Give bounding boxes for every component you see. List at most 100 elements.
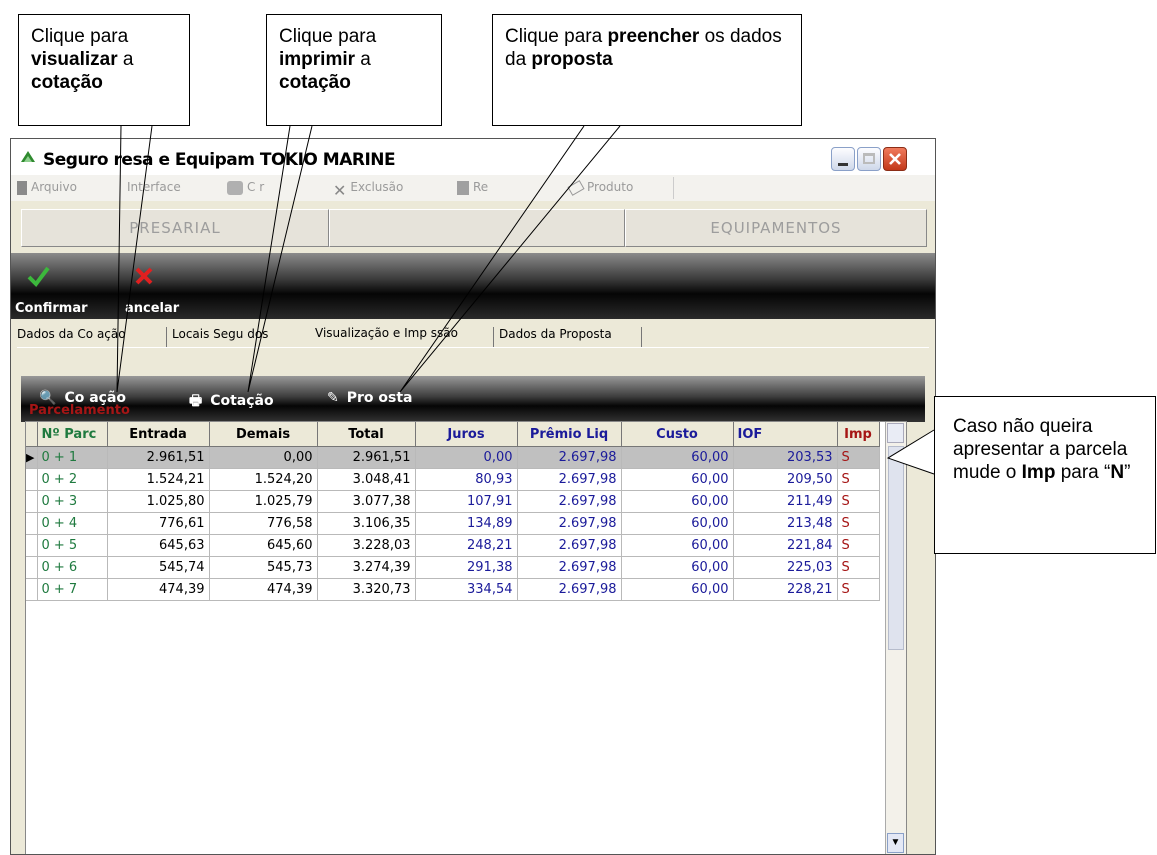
callout-proposta: Clique para preencher os dados da propos…	[492, 14, 802, 126]
imp-cell[interactable]: S	[837, 512, 880, 535]
grid-cell: 248,21	[415, 534, 518, 557]
file-icon	[17, 180, 27, 195]
table-row[interactable]: 0 + 5 645,63 645,60 3.228,03 248,21 2.697,98 6…	[26, 534, 880, 557]
scroll-thumb[interactable]	[888, 446, 904, 650]
tab-dados-cotacao[interactable]: Dados da Co ação	[17, 327, 126, 341]
menu-interface[interactable]: Interface	[127, 180, 181, 195]
grid-cell: 80,93	[415, 468, 518, 491]
equipamentos-button[interactable]: EQUIPAMENTOS	[625, 209, 927, 247]
grid-cell: 2.697,98	[517, 446, 622, 469]
tab-visualizacao-impressao[interactable]: Visualização e Imp ssão	[311, 324, 462, 342]
row-indicator-header	[26, 422, 38, 447]
column-header[interactable]: Entrada	[107, 422, 210, 447]
column-header[interactable]: Prêmio Liq	[517, 422, 622, 447]
grid-cell: 2.697,98	[517, 490, 622, 513]
row-indicator	[26, 512, 38, 535]
column-header[interactable]: Demais	[209, 422, 318, 447]
grid-cell: 3.320,73	[317, 578, 416, 601]
tab-locais-segurados[interactable]: Locais Segu dos	[172, 327, 268, 341]
menu-relatorio[interactable]: Re	[457, 180, 488, 195]
report-icon	[457, 180, 469, 195]
tab-dados-proposta[interactable]: Dados da Proposta	[499, 327, 612, 341]
grid-cell: 60,00	[621, 490, 734, 513]
x-icon: ✕	[333, 180, 347, 200]
proposta-label: Pro osta	[346, 390, 413, 406]
callout-imp: Caso não queira apresentar a parcela mud…	[934, 396, 1156, 554]
grid-cell: 211,49	[733, 490, 838, 513]
callout-imprimir: Clique para imprimir a cotação	[266, 14, 442, 126]
row-indicator	[26, 578, 38, 601]
menu-bar: Arquivo Interface C r ✕ Exclusão Re Produ…	[11, 175, 935, 201]
grid-cell: 60,00	[621, 446, 734, 469]
grid-cell: 474,39	[107, 578, 210, 601]
menu-interface-label: Interface	[127, 180, 181, 194]
action-toolbar: Confirmar ancelar	[11, 253, 935, 319]
imp-cell[interactable]: S	[837, 556, 880, 579]
table-row[interactable]: 0 + 6 545,74 545,73 3.274,39 291,38 2.697,98 6…	[26, 556, 880, 579]
table-row[interactable]: 0 + 3 1.025,80 1.025,79 3.077,38 107,91 2.697…	[26, 490, 880, 513]
grid-cell: 0 + 4	[37, 512, 108, 535]
parcelamento-table: Nº Parc Entrada Demais Total Juros Prêmio Liq…	[26, 422, 880, 601]
grid-cell: 3.106,35	[317, 512, 416, 535]
app-icon	[21, 151, 35, 162]
vertical-scrollbar[interactable]: ▼	[885, 422, 906, 854]
tab-separator	[166, 327, 167, 347]
tab-separator	[493, 327, 494, 347]
grid-cell: 3.274,39	[317, 556, 416, 579]
printer-icon: 🖶	[189, 393, 203, 409]
grid-cell: 0 + 6	[37, 556, 108, 579]
grid-cell: 60,00	[621, 534, 734, 557]
grid-cell: 203,53	[733, 446, 838, 469]
table-row[interactable]: 0 + 2 1.524,21 1.524,20 3.048,41 80,93 2.697,…	[26, 468, 880, 491]
column-header[interactable]: IOF	[733, 422, 838, 447]
grid-cell: 1.524,20	[209, 468, 318, 491]
callout-visualizar: Clique para visualizar a cotação	[18, 14, 190, 126]
grid-cell: 776,58	[209, 512, 318, 535]
imp-cell[interactable]: S	[837, 490, 880, 513]
column-header[interactable]: Custo	[621, 422, 734, 447]
row-indicator	[26, 490, 38, 513]
menu-arquivo[interactable]: Arquivo	[17, 180, 77, 195]
imprimir-cotacao-button[interactable]: 🖶 Cotação	[189, 390, 274, 414]
menu-exclusao[interactable]: ✕ Exclusão	[333, 180, 403, 200]
calculate-icon	[227, 180, 243, 195]
empresarial-button[interactable]: PRESARIAL	[21, 209, 329, 247]
minimize-icon	[838, 163, 848, 166]
grid-cell: 334,54	[415, 578, 518, 601]
document-icon: ✎	[327, 390, 339, 406]
column-header[interactable]: Total	[317, 422, 416, 447]
tag-icon	[567, 179, 585, 196]
column-header[interactable]: Juros	[415, 422, 518, 447]
imp-cell[interactable]: S	[837, 578, 880, 601]
imp-cell[interactable]: S	[837, 468, 880, 491]
proposta-button[interactable]: ✎ Pro osta	[327, 390, 412, 406]
imp-cell[interactable]: S	[837, 446, 880, 469]
scroll-down-button[interactable]: ▼	[887, 833, 904, 853]
grid-cell: 645,63	[107, 534, 210, 557]
table-row[interactable]: 0 + 7 474,39 474,39 3.320,73 334,54 2.697,98 6…	[26, 578, 880, 601]
menu-produto[interactable]: Produto	[567, 179, 633, 196]
grid-cell: 474,39	[209, 578, 318, 601]
cancel-x-icon	[135, 267, 153, 285]
column-header[interactable]: Imp	[837, 422, 880, 447]
close-button[interactable]	[883, 147, 907, 171]
scroll-up-button[interactable]	[887, 423, 904, 443]
view-toolbar: 🔍 Co ação 🖶 Cotação ✎ Pro osta	[21, 376, 925, 422]
grid-cell: 0 + 3	[37, 490, 108, 513]
table-row[interactable]: ▶ 0 + 1 2.961,51 0,00 2.961,51 0,00 2.697,98 60…	[26, 446, 880, 469]
grid-cell: 228,21	[733, 578, 838, 601]
column-header[interactable]: Nº Parc	[37, 422, 108, 447]
menu-calcular[interactable]: C r	[227, 180, 264, 195]
grid-cell: 1.524,21	[107, 468, 210, 491]
grid-cell: 0 + 1	[37, 446, 108, 469]
menu-relatorio-label: Re	[473, 180, 489, 194]
cancelar-button[interactable]: ancelar	[125, 301, 179, 316]
table-row[interactable]: 0 + 4 776,61 776,58 3.106,35 134,89 2.697,98 6…	[26, 512, 880, 535]
imp-cell[interactable]: S	[837, 534, 880, 557]
grid-cell: 2.961,51	[317, 446, 416, 469]
minimize-button[interactable]	[831, 147, 855, 171]
confirmar-button[interactable]: Confirmar	[15, 301, 88, 316]
parcelamento-label: Parcelamento	[29, 403, 130, 418]
row-indicator	[26, 534, 38, 557]
maximize-button[interactable]	[857, 147, 881, 171]
